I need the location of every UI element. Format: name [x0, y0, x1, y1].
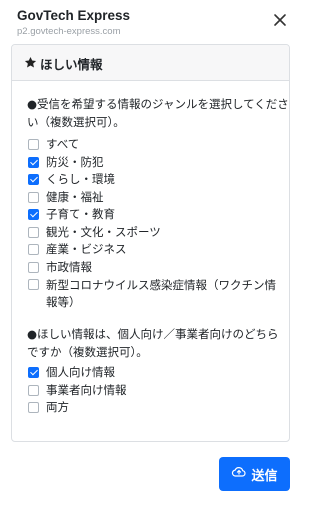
card-title: ほしい情報: [40, 57, 103, 72]
checkbox[interactable]: [28, 209, 39, 220]
option-business[interactable]: 事業者向け情報: [28, 383, 276, 399]
option-label: 市政情報: [46, 260, 92, 274]
option-living-environment[interactable]: くらし・環境: [28, 172, 276, 188]
genre-question: ●受信を希望する情報のジャンルを選択してください（複数選択可）。: [27, 97, 289, 129]
option-tourism-culture-sports[interactable]: 観光・文化・スポーツ: [28, 225, 276, 241]
option-both[interactable]: 両方: [28, 400, 276, 416]
option-label: 両方: [46, 400, 69, 414]
option-childcare-education[interactable]: 子育て・教育: [28, 207, 276, 223]
option-health-welfare[interactable]: 健康・福祉: [28, 190, 276, 206]
checkbox[interactable]: [28, 262, 39, 273]
close-icon: [270, 10, 290, 30]
checkbox[interactable]: [28, 192, 39, 203]
checkbox[interactable]: [28, 367, 39, 378]
option-label: すべて: [46, 137, 80, 151]
checkbox[interactable]: [28, 402, 39, 413]
checkbox[interactable]: [28, 157, 39, 168]
option-all[interactable]: すべて: [28, 137, 276, 153]
audience-question: ●ほしい情報は、個人向け／事業者向けのどちらですか（複数選択可）。: [27, 327, 279, 359]
option-individual[interactable]: 個人向け情報: [28, 365, 276, 381]
option-label: 観光・文化・スポーツ: [46, 225, 161, 239]
card-header: ほしい情報: [12, 45, 289, 81]
cloud-upload-icon: [231, 464, 251, 484]
option-label: 新型コロナウイルス感染症情報（ワクチン情報等）: [46, 278, 276, 309]
preferences-card: ほしい情報 ●受信を希望する情報のジャンルを選択してください（複数選択可）。 す…: [11, 44, 290, 442]
option-label: 健康・福祉: [46, 190, 104, 204]
option-label: 子育て・教育: [46, 207, 115, 221]
checkbox[interactable]: [28, 279, 39, 290]
star-icon: [24, 56, 37, 69]
app-title: GovTech Express: [17, 8, 131, 23]
app-header: GovTech Express p2.govtech-express.com: [0, 0, 300, 40]
close-button[interactable]: [270, 10, 290, 30]
option-label: 個人向け情報: [46, 365, 115, 379]
option-covid-info[interactable]: 新型コロナウイルス感染症情報（ワクチン情報等）: [28, 277, 276, 309]
option-industry-business[interactable]: 産業・ビジネス: [28, 242, 276, 258]
option-label: 事業者向け情報: [46, 383, 127, 397]
option-label: くらし・環境: [46, 172, 115, 186]
checkbox[interactable]: [28, 227, 39, 238]
option-label: 産業・ビジネス: [46, 242, 127, 256]
checkbox[interactable]: [28, 174, 39, 185]
checkbox[interactable]: [28, 139, 39, 150]
app-url: p2.govtech-express.com: [17, 26, 121, 37]
checkbox[interactable]: [28, 244, 39, 255]
submit-label: 送信: [251, 468, 278, 484]
option-city-info[interactable]: 市政情報: [28, 260, 276, 276]
option-label: 防災・防犯: [46, 155, 104, 169]
submit-button[interactable]: 送信: [219, 457, 290, 491]
checkbox[interactable]: [28, 385, 39, 396]
option-disaster-crime[interactable]: 防災・防犯: [28, 155, 276, 171]
